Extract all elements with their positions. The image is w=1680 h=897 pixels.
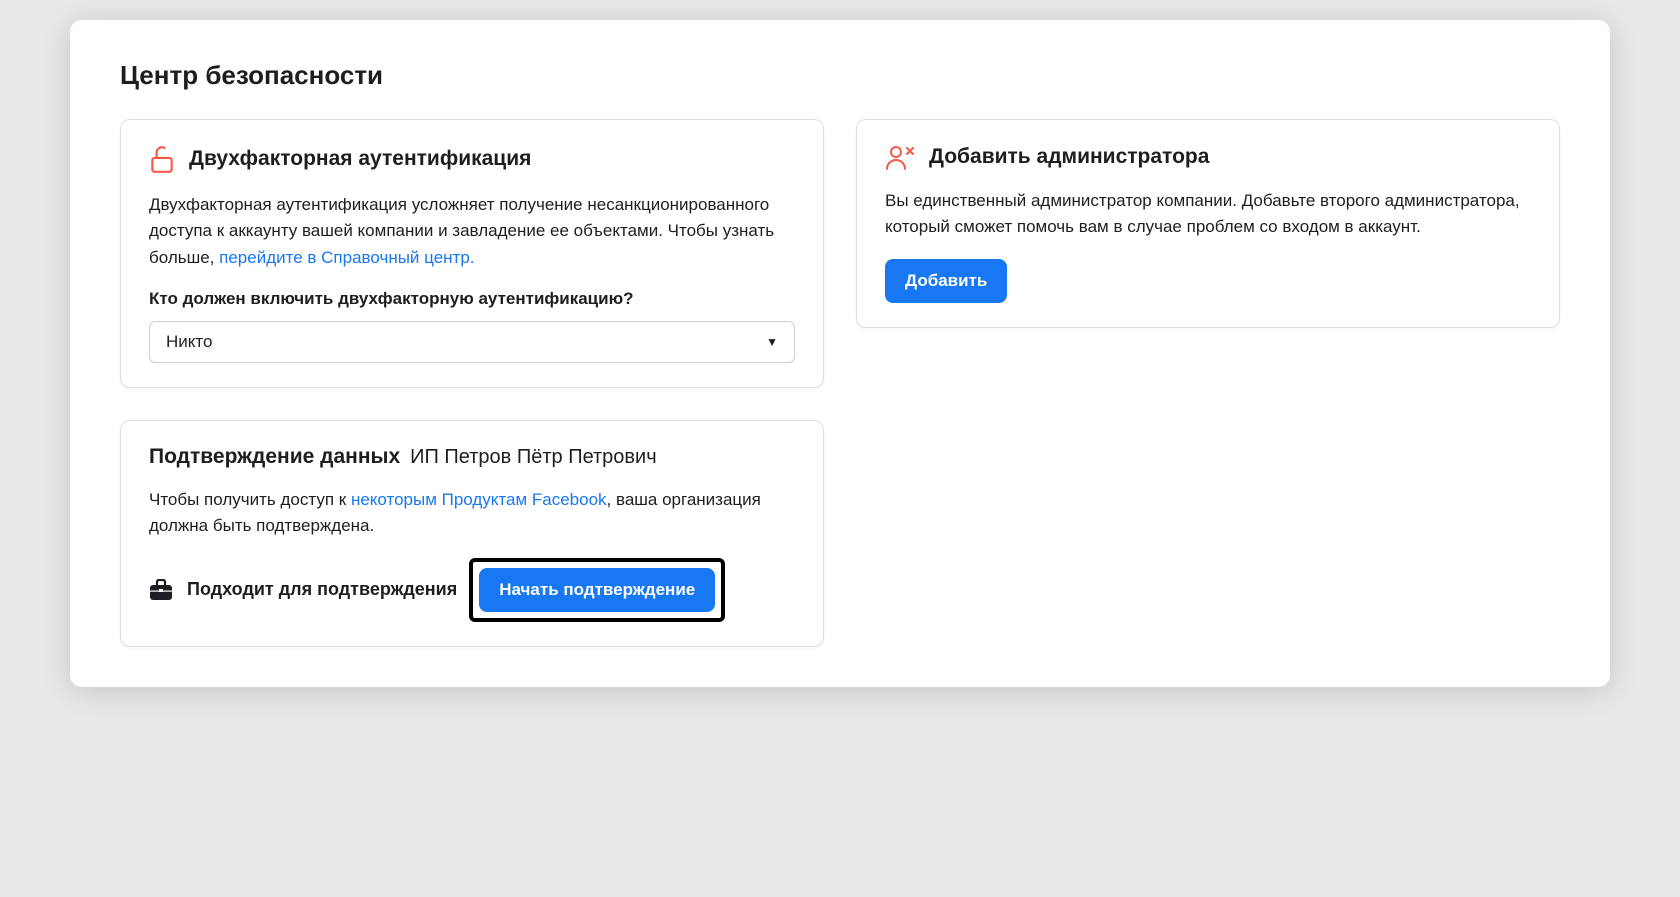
two-factor-select-value: Никто: [166, 332, 212, 352]
left-column: Двухфакторная аутентификация Двухфакторн…: [120, 119, 824, 647]
right-column: Добавить администратора Вы единственный …: [856, 119, 1560, 328]
verification-header: Подтверждение данных ИП Петров Пётр Петр…: [149, 445, 795, 469]
two-factor-title: Двухфакторная аутентификация: [189, 147, 531, 171]
add-admin-card: Добавить администратора Вы единственный …: [856, 119, 1560, 328]
add-admin-header: Добавить администратора: [885, 144, 1531, 170]
two-factor-card: Двухфакторная аутентификация Двухфакторн…: [120, 119, 824, 388]
add-admin-button[interactable]: Добавить: [885, 259, 1007, 303]
page-title: Центр безопасности: [120, 60, 1560, 91]
person-remove-icon: [885, 144, 915, 170]
verification-desc-part1: Чтобы получить доступ к: [149, 490, 351, 509]
verification-status-row: Подходит для подтверждения Начать подтве…: [149, 558, 795, 622]
verification-subject: ИП Петров Пётр Петрович: [410, 446, 657, 469]
verification-status-text: Подходит для подтверждения: [187, 579, 457, 600]
add-admin-title: Добавить администратора: [929, 145, 1209, 169]
lock-open-icon: [149, 144, 175, 174]
verification-button-highlight: Начать подтверждение: [469, 558, 725, 622]
help-center-link[interactable]: перейдите в Справочный центр.: [219, 248, 474, 267]
chevron-down-icon: ▼: [766, 335, 778, 349]
briefcase-icon: [149, 579, 173, 601]
two-factor-sub-label: Кто должен включить двухфакторную аутент…: [149, 289, 795, 309]
security-center-panel: Центр безопасности Двухфакторная аутенти…: [70, 20, 1610, 687]
two-factor-desc: Двухфакторная аутентификация усложняет п…: [149, 192, 795, 271]
start-verification-button[interactable]: Начать подтверждение: [479, 568, 715, 612]
verification-desc: Чтобы получить доступ к некоторым Продук…: [149, 487, 795, 540]
verification-title: Подтверждение данных: [149, 445, 400, 469]
two-factor-select[interactable]: Никто ▼: [149, 321, 795, 363]
two-factor-header: Двухфакторная аутентификация: [149, 144, 795, 174]
facebook-products-link[interactable]: некоторым Продуктам Facebook: [351, 490, 607, 509]
cards-row: Двухфакторная аутентификация Двухфакторн…: [120, 119, 1560, 647]
add-admin-desc: Вы единственный администратор компании. …: [885, 188, 1531, 241]
verification-card: Подтверждение данных ИП Петров Пётр Петр…: [120, 420, 824, 647]
